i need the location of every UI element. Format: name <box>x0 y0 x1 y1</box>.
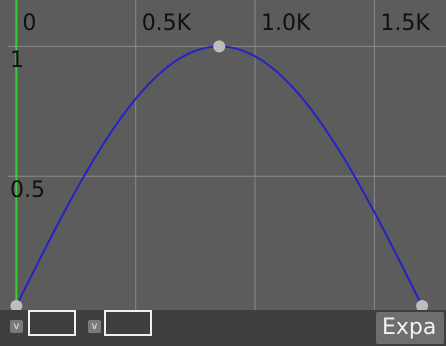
y-tick-label: 1 <box>10 48 24 74</box>
y-tick-label: 0.5 <box>10 178 45 204</box>
key-value-field-2[interactable] <box>104 310 152 336</box>
key-toggle-2[interactable]: v <box>88 320 101 333</box>
curve-graph[interactable]: 0 0.5K 1.0K 1.5K 1 0.5 <box>8 0 446 310</box>
x-tick-label: 1.0K <box>261 11 311 36</box>
x-tick-label: 0.5K <box>141 11 192 36</box>
expand-button[interactable]: Expa <box>376 312 444 344</box>
key-value-field-1[interactable] <box>28 310 76 336</box>
key-field-group-2: v <box>88 310 160 342</box>
key-field-group-1: v <box>10 310 82 342</box>
curve-editor: 0 0.5K 1.0K 1.5K 1 0.5 v v Expa <box>0 0 446 346</box>
bottom-toolbar: v v Expa <box>0 310 446 346</box>
curve-plot[interactable] <box>8 0 446 310</box>
key-toggle-1[interactable]: v <box>10 320 23 333</box>
x-tick-label: 1.5K <box>380 11 430 36</box>
keyframe-point[interactable] <box>213 40 226 53</box>
x-tick-label: 0 <box>22 11 37 36</box>
